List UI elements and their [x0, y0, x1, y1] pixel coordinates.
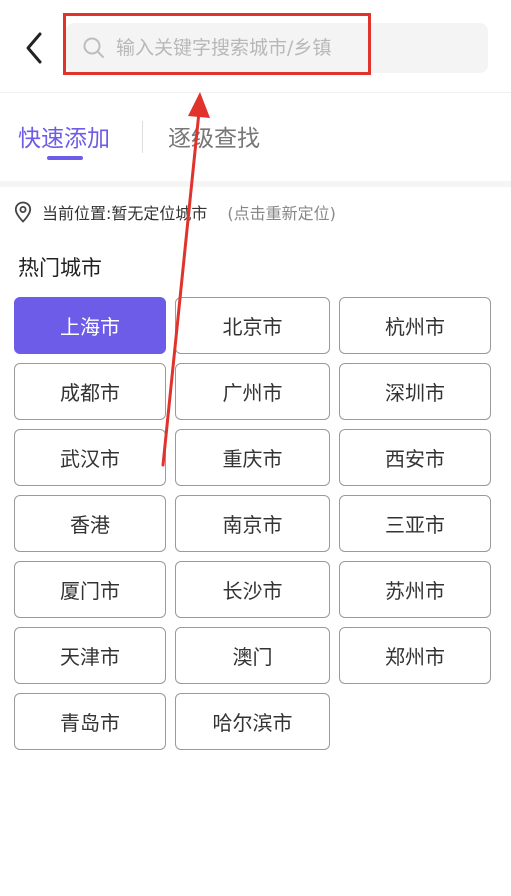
- header: [0, 0, 511, 92]
- city-button-nanjing[interactable]: 南京市: [175, 495, 330, 552]
- hot-cities-grid: 上海市 北京市 杭州市 成都市 广州市 深圳市 武汉市 重庆市 西安市 香港 南…: [14, 297, 492, 750]
- city-button-sanya[interactable]: 三亚市: [339, 495, 491, 552]
- hot-cities-title: 热门城市: [18, 256, 102, 280]
- tab-separator: [142, 121, 143, 153]
- city-button-wuhan[interactable]: 武汉市: [14, 429, 166, 486]
- city-button-hongkong[interactable]: 香港: [14, 495, 166, 552]
- city-button-changsha[interactable]: 长沙市: [175, 561, 330, 618]
- tab-level-search[interactable]: 逐级查找: [168, 119, 260, 153]
- city-button-shanghai[interactable]: 上海市: [14, 297, 166, 354]
- tab-quick-add[interactable]: 快速添加: [18, 119, 110, 153]
- back-button[interactable]: [20, 30, 50, 66]
- location-label: 当前位置:: [42, 204, 112, 223]
- location-pin-icon: [14, 201, 32, 223]
- city-button-hangzhou[interactable]: 杭州市: [339, 297, 491, 354]
- tab-active-indicator: [47, 156, 83, 160]
- city-button-xiamen[interactable]: 厦门市: [14, 561, 166, 618]
- section-divider: [0, 181, 511, 187]
- city-button-chongqing[interactable]: 重庆市: [175, 429, 330, 486]
- city-button-zhengzhou[interactable]: 郑州市: [339, 627, 491, 684]
- city-button-tianjin[interactable]: 天津市: [14, 627, 166, 684]
- city-button-suzhou[interactable]: 苏州市: [339, 561, 491, 618]
- city-button-macau[interactable]: 澳门: [175, 627, 330, 684]
- city-button-harbin[interactable]: 哈尔滨市: [175, 693, 330, 750]
- current-location-row: 当前位置: 暂无定位城市 (点击重新定位): [14, 200, 336, 224]
- tab-bar: 快速添加 逐级查找: [0, 93, 511, 181]
- relocate-link[interactable]: (点击重新定位): [227, 200, 336, 224]
- city-button-xian[interactable]: 西安市: [339, 429, 491, 486]
- city-button-beijing[interactable]: 北京市: [175, 297, 330, 354]
- city-button-guangzhou[interactable]: 广州市: [175, 363, 330, 420]
- city-button-shenzhen[interactable]: 深圳市: [339, 363, 491, 420]
- search-icon: [83, 37, 104, 58]
- city-button-chengdu[interactable]: 成都市: [14, 363, 166, 420]
- location-value: 暂无定位城市: [111, 204, 208, 223]
- search-box[interactable]: [66, 23, 488, 73]
- search-input[interactable]: [116, 23, 476, 73]
- city-button-qingdao[interactable]: 青岛市: [14, 693, 166, 750]
- chevron-left-icon: [26, 32, 42, 64]
